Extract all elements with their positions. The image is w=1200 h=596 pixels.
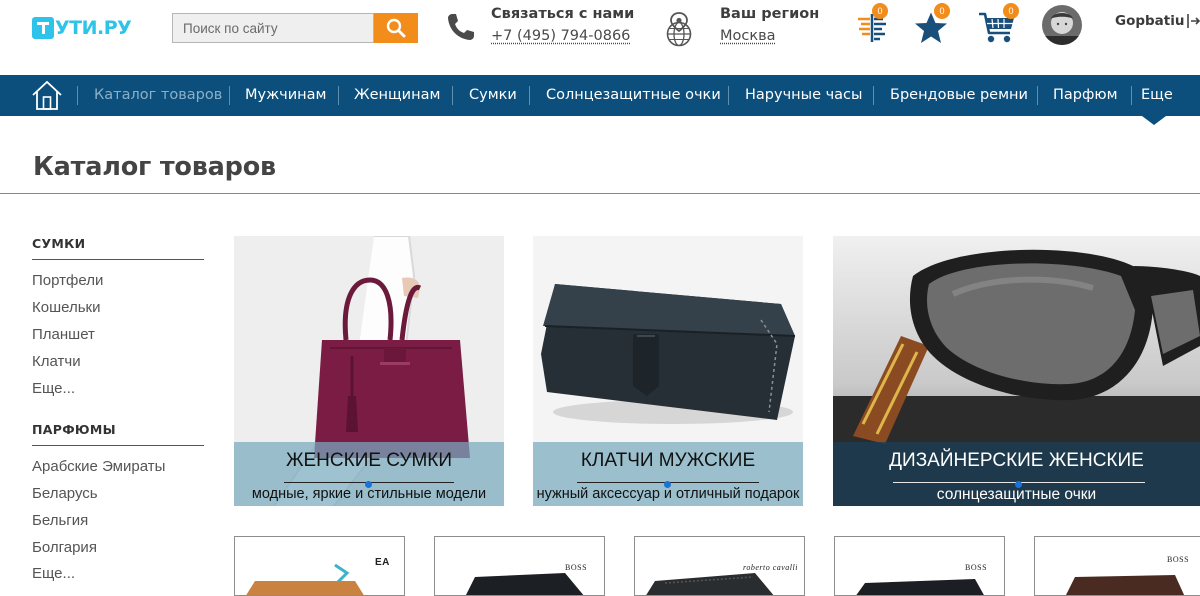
banner-womens-bags[interactable]: ЖЕНСКИЕ СУМКИ модные, яркие и стильные м… [234,236,504,506]
user-avatar-image [1042,5,1082,45]
sidebar-heading-perfume[interactable]: ПАРФЮМЫ [32,422,116,437]
nav-separator [452,86,453,105]
product-brand: roberto cavalli [743,563,798,572]
nav-separator [529,86,530,105]
sidebar-link[interactable]: Планшет [32,326,95,343]
nav-separator [1131,86,1132,105]
search-input[interactable] [172,13,374,43]
product-card[interactable]: roberto cavalli [634,536,805,596]
product-card[interactable]: EA [234,536,405,596]
sidebar-link[interactable]: Портфели [32,272,103,289]
sidebar-divider [32,445,204,446]
nav-separator [338,86,339,105]
sidebar-link[interactable]: Бельгия [32,512,88,529]
phone-icon [448,14,474,40]
region-city-link[interactable]: Москва [720,28,776,44]
main-nav: Каталог товаров Мужчинам Женщинам Сумки … [0,75,1200,116]
sidebar-more-link[interactable]: Еще... [32,565,75,582]
logo-text: УТИ.РУ [55,17,132,39]
product-brand: BOSS [1167,555,1190,564]
banner-caption: КЛАТЧИ МУЖСКИЕ нужный аксессуар и отличн… [533,442,803,506]
region-title: Ваш регион [720,6,820,22]
nav-separator [873,86,874,105]
nav-item-perfume[interactable]: Парфюм [1053,87,1118,103]
nav-item-bags[interactable]: Сумки [469,87,517,103]
sidebar-link[interactable]: Клатчи [32,353,81,370]
site-header: УТИ.РУ Связаться с нами +7 (495) 794-086… [0,0,1200,75]
product-brand: BOSS [565,563,588,572]
banner-title: ДИЗАЙНЕРСКИЕ ЖЕНСКИЕ [889,450,1144,471]
banner-title: КЛАТЧИ МУЖСКИЕ [580,450,756,471]
product-card[interactable]: BOSS [434,536,605,596]
page-title: Каталог товаров [33,152,276,182]
nav-item-more[interactable]: Еще [1141,87,1173,103]
compare-count-badge: 0 [872,3,888,19]
sidebar-heading-bags[interactable]: СУМКИ [32,236,85,251]
product-card[interactable]: BOSS [834,536,1005,596]
nav-item-belts[interactable]: Брендовые ремни [890,87,1028,103]
nav-separator [229,86,230,105]
site-logo[interactable]: УТИ.РУ [32,16,132,40]
banner-caption: ЖЕНСКИЕ СУМКИ модные, яркие и стильные м… [234,442,504,506]
location-globe-icon [666,12,692,47]
product-brand: BOSS [965,563,988,572]
nav-separator [77,86,78,105]
banner-title: ЖЕНСКИЕ СУМКИ [285,450,453,471]
banner-subtitle: модные, яркие и стильные модели [251,486,487,502]
nav-item-catalog[interactable]: Каталог товаров [94,87,222,103]
nav-item-women[interactable]: Женщинам [354,87,440,103]
search-icon [386,18,406,38]
title-divider [0,193,1200,194]
favorites-count-badge: 0 [934,3,950,19]
user-avatar[interactable] [1042,5,1082,45]
nav-item-watches[interactable]: Наручные часы [745,87,862,103]
nav-item-sunglasses[interactable]: Солнцезащитные очки [546,87,721,103]
banner-subtitle: солнцезащитные очки [936,486,1097,503]
sidebar-link[interactable]: Кошельки [32,299,100,316]
product-brand: EA [375,557,390,568]
logo-mark-icon [32,17,54,39]
product-image [1066,575,1185,595]
sidebar-link[interactable]: Болгария [32,539,97,556]
contact-phone-link[interactable]: +7 (495) 794-0866 [491,28,630,44]
sidebar-divider [32,259,204,260]
sidebar-more-link[interactable]: Еще... [32,380,75,397]
product-card[interactable]: BOSS [1034,536,1200,596]
search-button[interactable] [374,13,418,43]
banner-mens-clutches[interactable]: КЛАТЧИ МУЖСКИЕ нужный аксессуар и отличн… [533,236,803,506]
cart-count-badge: 0 [1003,3,1019,19]
home-icon[interactable] [31,79,63,111]
banner-caption: ДИЗАЙНЕРСКИЕ ЖЕНСКИЕ солнцезащитные очки [833,442,1200,506]
sidebar-link[interactable]: Беларусь [32,485,98,502]
nav-active-indicator [1142,116,1166,125]
banner-subtitle: нужный аксессуар и отличный подарок [536,486,800,502]
contact-title: Связаться с нами [491,6,635,22]
sidebar-link[interactable]: Арабские Эмираты [32,458,165,475]
logout-icon[interactable] [1186,13,1200,29]
search-bar [172,13,418,43]
nav-item-men[interactable]: Мужчинам [245,87,326,103]
nav-separator [728,86,729,105]
username[interactable]: Gopbatiu [1115,13,1184,29]
nav-separator [1037,86,1038,105]
banner-designer-sunglasses[interactable]: ДИЗАЙНЕРСКИЕ ЖЕНСКИЕ солнцезащитные очки [833,236,1200,506]
